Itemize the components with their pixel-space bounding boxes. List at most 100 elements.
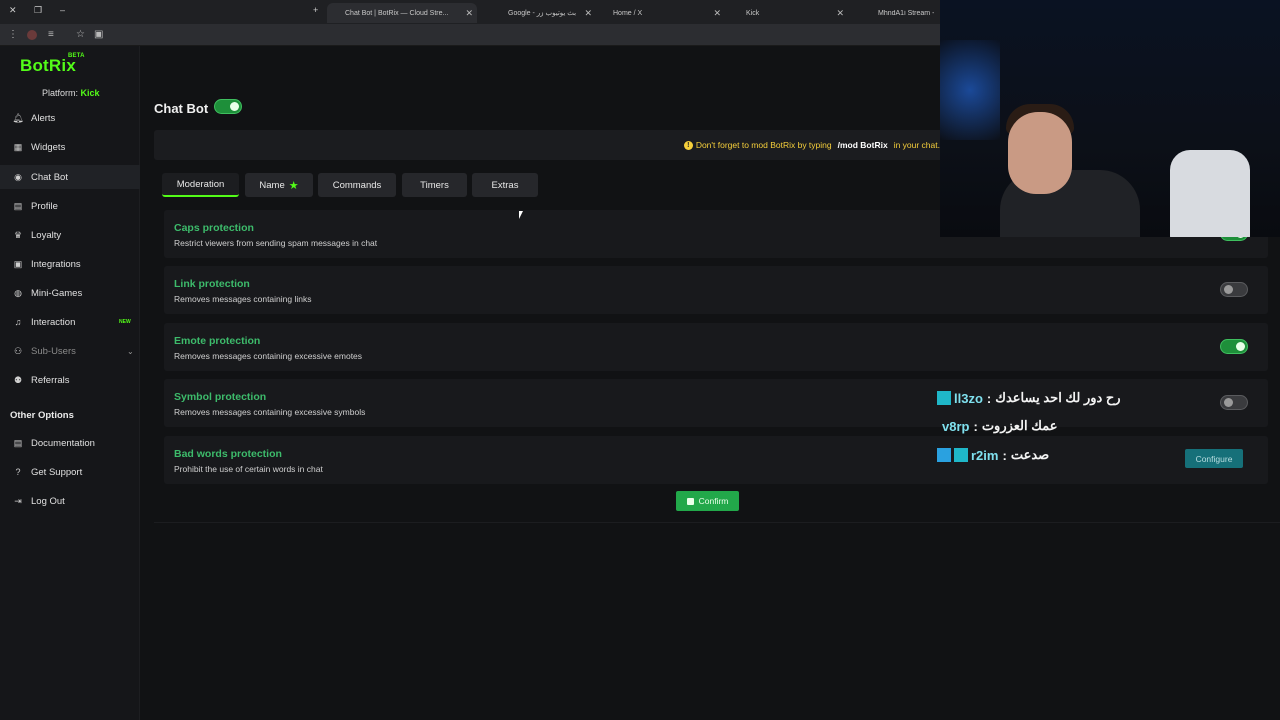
divider <box>154 522 1280 523</box>
integrations-icon: ▣ <box>13 258 23 269</box>
extensions-icon[interactable]: ▣ <box>94 29 103 40</box>
chat-username: ll3zo <box>954 390 983 406</box>
music-icon: ♫ <box>14 317 22 327</box>
chat-badge-icon <box>954 448 968 462</box>
sidebar-item-profile[interactable]: ▤ Profile <box>0 194 140 218</box>
sidebar-item-chat-bot[interactable]: ◉ Chat Bot <box>0 165 140 189</box>
close-tab-icon[interactable]: ✕ <box>713 8 721 19</box>
sidebar-item-referrals[interactable]: ⚉ Referrals <box>0 368 140 392</box>
confirm-button[interactable]: Confirm <box>676 491 739 511</box>
sidebar-item-mini-games[interactable]: ◍ Mini-Games <box>0 281 140 305</box>
menu-dots-icon[interactable]: ⋮ <box>8 29 18 40</box>
webcam-overlay <box>940 0 1280 237</box>
warning-icon: ! <box>683 140 693 150</box>
sidebar-item-get-support[interactable]: ? Get Support <box>0 460 140 484</box>
protection-title: Symbol protection <box>174 391 267 403</box>
chevron-down-icon: ⌄ <box>127 346 134 356</box>
gamepad-icon: ◍ <box>14 287 22 298</box>
sidebar-item-loyalty[interactable]: ♛ Loyalty <box>0 223 140 247</box>
sidebar-item-interaction[interactable]: ♫ Interaction NEW <box>0 310 140 334</box>
protection-desc: Restrict viewers from sending spam messa… <box>174 238 378 248</box>
profile-icon: ▤ <box>13 200 23 211</box>
close-tab-icon[interactable]: ✕ <box>465 8 473 19</box>
chat-username: v8rp <box>942 418 970 434</box>
sidebar-item-label: Alerts <box>31 112 56 124</box>
bookmark-star-icon[interactable]: ☆ <box>76 29 85 40</box>
sidebar-item-label: Sub-Users <box>31 345 76 357</box>
chat-text: صدعت <box>1010 447 1050 462</box>
restore-window-icon[interactable]: ❐ <box>34 5 42 16</box>
browser-tab-x[interactable]: Home / X ✕ <box>597 3 725 23</box>
protection-title: Caps protection <box>174 222 254 234</box>
tab-commands[interactable]: Commands <box>318 173 396 197</box>
tab-timers[interactable]: Timers <box>402 173 467 197</box>
chat-bot-toggle[interactable] <box>214 99 242 114</box>
tab-label: Name <box>259 179 285 191</box>
tab-label: Timers <box>420 179 449 191</box>
new-tab-button[interactable]: + <box>313 5 318 15</box>
notice-suffix: in your chat. <box>893 140 940 150</box>
help-icon: ? <box>15 467 21 477</box>
chat-message: r2im : صدعت <box>937 443 1049 467</box>
tab-extras[interactable]: Extras <box>472 173 538 197</box>
chat-separator: : <box>986 390 992 406</box>
sidebar-item-label: Profile <box>31 200 58 212</box>
sidebar: BotRix BETA Platform: Kick 🔔︎ Alerts ▦ Wid… <box>0 46 140 720</box>
botrix-logo[interactable]: BotRix BETA <box>20 53 85 76</box>
sidebar-item-label: Mini-Games <box>31 287 83 299</box>
profile-avatar[interactable] <box>27 30 37 40</box>
mod-notice: ! Don't forget to mod BotRix by typing /… <box>154 130 954 160</box>
sidebar-item-sub-users[interactable]: ⚇ Sub-Users ⌄ <box>0 339 140 363</box>
browser-tab-google[interactable]: Google - بث يوتيوب زر ✕ <box>478 3 596 23</box>
mouse-cursor <box>519 211 523 219</box>
stream-chat-overlay: ll3zo : رح دور لك احد يساعدك v8rp : عمك … <box>937 386 1280 470</box>
browser-tab-chatbot[interactable]: Chat Bot | BotRix — Cloud Stre... ✕ <box>327 3 477 23</box>
tab-name[interactable]: Name ★ <box>245 173 313 197</box>
platform-indicator: Platform: Kick <box>42 88 100 98</box>
save-icon <box>686 497 694 505</box>
browser-tab-stream[interactable]: MhndA1i Stream - W... <box>860 3 940 23</box>
chat-text: عمك العزروت <box>981 418 1058 433</box>
platform-label: Platform: <box>42 88 79 98</box>
sidebar-item-label: Referrals <box>31 374 70 386</box>
bell-icon: 🔔︎ <box>12 112 24 123</box>
chat-separator: : <box>973 418 978 434</box>
close-tab-icon[interactable]: ✕ <box>584 8 592 19</box>
chat-separator: : <box>1002 447 1007 463</box>
sidebar-item-label: Get Support <box>31 466 83 478</box>
star-icon: ★ <box>288 179 299 192</box>
chat-text: رح دور لك احد يساعدك <box>995 390 1121 405</box>
sidebar-item-label: Chat Bot <box>31 171 68 183</box>
tune-icon[interactable]: ≡ <box>48 29 54 40</box>
protection-desc: Removes messages containing excessive em… <box>174 351 363 361</box>
sidebar-item-integrations[interactable]: ▣ Integrations <box>0 252 140 276</box>
close-window-icon[interactable]: ✕ <box>9 5 17 16</box>
protection-desc: Removes messages containing excessive sy… <box>174 407 366 417</box>
beta-tag: BETA <box>68 53 85 59</box>
minimize-window-icon[interactable]: – <box>60 5 65 15</box>
chat-username: r2im <box>971 447 999 463</box>
tab-moderation[interactable]: Moderation <box>162 173 239 197</box>
close-tab-icon[interactable]: ✕ <box>836 8 844 19</box>
chat-message: ll3zo : رح دور لك احد يساعدك <box>937 386 1121 410</box>
emote-protection-toggle[interactable] <box>1220 339 1248 354</box>
sidebar-item-log-out[interactable]: ⇥ Log Out <box>0 489 140 513</box>
tab-label: Kick <box>746 9 760 17</box>
page-title: Chat Bot <box>154 101 209 116</box>
protection-desc: Removes messages containing links <box>174 294 312 304</box>
tab-label: Extras <box>491 179 519 191</box>
notice-command: /mod BotRix <box>837 140 888 150</box>
emote-protection-card: Emote protection Removes messages contai… <box>164 323 1268 371</box>
sidebar-item-label: Interaction <box>31 316 76 328</box>
chat-badge-icon <box>937 448 951 462</box>
sidebar-item-alerts[interactable]: 🔔︎ Alerts <box>0 106 140 130</box>
link-protection-toggle[interactable] <box>1220 282 1248 297</box>
chat-message: v8rp : عمك العزروت <box>942 414 1057 438</box>
doc-icon: ▤ <box>13 437 23 448</box>
sidebar-item-documentation[interactable]: ▤ Documentation <box>0 431 140 455</box>
browser-tab-kick[interactable]: Kick ✕ <box>732 3 848 23</box>
tab-label: MhndA1i Stream - W... <box>878 9 934 17</box>
other-options-title: Other Options <box>10 410 74 421</box>
tab-label: Commands <box>332 179 382 191</box>
sidebar-item-widgets[interactable]: ▦ Widgets <box>0 135 140 159</box>
